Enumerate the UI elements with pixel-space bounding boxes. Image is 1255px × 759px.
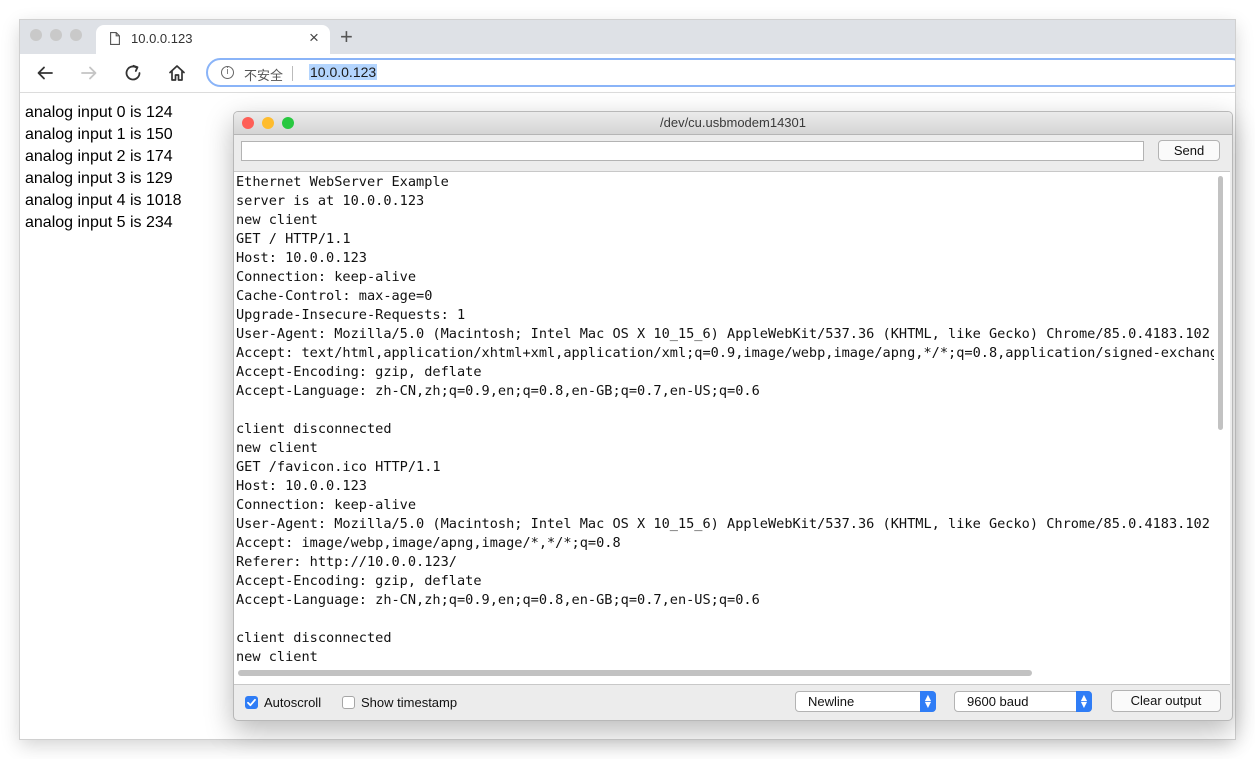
output-line: Accept: image/webp,image/apng,image/*,*/… (236, 535, 621, 551)
output-line: User-Agent: Mozilla/5.0 (Macintosh; Inte… (236, 326, 1214, 342)
output-line: Connection: keep-alive (236, 497, 417, 513)
tab-strip: 10.0.0.123 × + (20, 20, 1235, 54)
autoscroll-checkbox[interactable] (245, 696, 258, 709)
output-line: server is at 10.0.0.123 (236, 193, 425, 209)
home-icon[interactable] (165, 61, 189, 85)
document-icon (110, 32, 120, 45)
analog-line: analog input 4 is 1018 (25, 192, 182, 209)
serial-output-lines: Ethernet WebServer Example server is at 1… (236, 173, 1214, 667)
show-timestamp-checkbox[interactable] (342, 696, 355, 709)
horizontal-scrollbar[interactable] (238, 670, 1032, 676)
send-button[interactable]: Send (1158, 140, 1220, 161)
window-minimize-dot[interactable] (50, 29, 62, 41)
vertical-scrollbar[interactable] (1218, 176, 1223, 430)
analog-line: analog input 3 is 129 (25, 170, 173, 187)
output-line: Cache-Control: max-age=0 (236, 288, 433, 304)
output-line: Accept-Encoding: gzip, deflate (236, 573, 482, 589)
baud-rate-value: 9600 baud (967, 694, 1029, 709)
divider (292, 66, 293, 81)
output-line: Accept-Language: zh-CN,zh;q=0.9,en;q=0.8… (236, 592, 760, 608)
analog-line: analog input 2 is 174 (25, 148, 173, 165)
analog-line: analog input 5 is 234 (25, 214, 173, 231)
serial-output[interactable]: Ethernet WebServer Example server is at 1… (234, 171, 1230, 685)
serial-monitor-window: /dev/cu.usbmodem14301 Send Ethernet WebS… (233, 111, 1233, 721)
address-bar[interactable]: i 不安全 10.0.0.123 (206, 58, 1235, 87)
analog-line: analog input 0 is 124 (25, 104, 173, 121)
select-arrows-icon: ▲ ▼ (1076, 691, 1092, 712)
autoscroll-label[interactable]: Autoscroll (264, 695, 321, 710)
reload-icon[interactable] (121, 61, 145, 85)
info-icon[interactable]: i (221, 66, 234, 79)
output-line: Host: 10.0.0.123 (236, 250, 367, 266)
security-status[interactable]: 不安全 (244, 65, 283, 84)
select-arrows-icon: ▲ ▼ (920, 691, 936, 712)
output-line: Referer: http://10.0.0.123/ (236, 554, 457, 570)
output-line: Ethernet WebServer Example (236, 174, 449, 190)
serial-send-input[interactable] (241, 141, 1144, 161)
output-line: client disconnected (236, 421, 392, 437)
output-line: GET /favicon.ico HTTP/1.1 (236, 459, 441, 475)
serial-title-bar[interactable]: /dev/cu.usbmodem14301 (234, 112, 1232, 135)
clear-output-button[interactable]: Clear output (1111, 690, 1221, 712)
output-line: User-Agent: Mozilla/5.0 (Macintosh; Inte… (236, 516, 1214, 532)
window-close-dot[interactable] (30, 29, 42, 41)
output-line: GET / HTTP/1.1 (236, 231, 351, 247)
output-line: Host: 10.0.0.123 (236, 478, 367, 494)
tab-close-icon[interactable]: × (309, 28, 319, 48)
output-line: client disconnected (236, 630, 392, 646)
browser-tab[interactable]: 10.0.0.123 × (96, 25, 330, 54)
output-line: new client (236, 649, 318, 665)
checkmark-icon (247, 698, 256, 707)
line-ending-select[interactable]: Newline ▲ ▼ (795, 691, 936, 712)
forward-arrow-icon[interactable] (77, 61, 101, 85)
output-line: Accept-Language: zh-CN,zh;q=0.9,en;q=0.8… (236, 383, 760, 399)
new-tab-icon[interactable]: + (340, 24, 353, 50)
output-line: Accept-Encoding: gzip, deflate (236, 364, 482, 380)
baud-rate-select[interactable]: 9600 baud ▲ ▼ (954, 691, 1092, 712)
line-ending-value: Newline (808, 694, 855, 709)
show-timestamp-label[interactable]: Show timestamp (361, 695, 457, 710)
tab-title: 10.0.0.123 (131, 31, 193, 46)
url-text[interactable]: 10.0.0.123 (309, 64, 378, 80)
output-line: new client (236, 440, 318, 456)
browser-toolbar: i 不安全 10.0.0.123 (20, 54, 1235, 93)
serial-port-title: /dev/cu.usbmodem14301 (660, 115, 806, 130)
window-zoom-dot[interactable] (70, 29, 82, 41)
back-arrow-icon[interactable] (33, 61, 57, 85)
output-line: Accept: text/html,application/xhtml+xml,… (236, 345, 1214, 361)
output-line: Upgrade-Insecure-Requests: 1 (236, 307, 466, 323)
output-line: Connection: keep-alive (236, 269, 417, 285)
analog-line: analog input 1 is 150 (25, 126, 173, 143)
output-line: new client (236, 212, 318, 228)
serial-bottom-bar: Autoscroll Show timestamp Newline ▲ ▼ 960… (234, 684, 1232, 720)
